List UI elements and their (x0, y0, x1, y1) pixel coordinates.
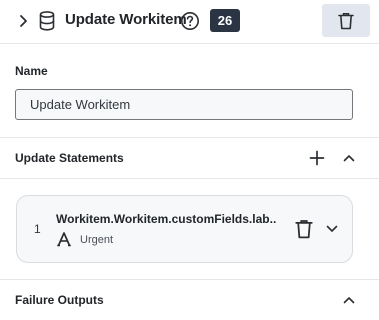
statement-index: 1 (34, 222, 41, 236)
database-icon (38, 10, 56, 32)
statement-path: Workitem.Workitem.customFields.lab... (56, 212, 276, 226)
trash-icon (338, 12, 354, 30)
update-statements-header: Update Statements (0, 138, 379, 179)
chevron-right-icon[interactable] (14, 12, 32, 30)
node-config-panel: Update Workitem 26 Name Update Statem (0, 0, 379, 320)
step-count-badge: 26 (210, 9, 240, 32)
chevron-down-icon[interactable] (325, 222, 339, 236)
name-input[interactable] (15, 89, 353, 120)
failure-outputs-title: Failure Outputs (15, 293, 104, 307)
panel-header: Update Workitem 26 (0, 0, 379, 44)
node-title: Update Workitem (65, 11, 187, 28)
update-statements-list: 1 Workitem.Workitem.customFields.lab... … (0, 180, 379, 280)
update-statements-title: Update Statements (15, 151, 124, 165)
trash-icon[interactable] (295, 219, 313, 239)
name-section: Name (0, 44, 379, 138)
name-label: Name (15, 64, 48, 78)
text-type-icon (56, 231, 72, 247)
plus-icon[interactable] (309, 150, 325, 166)
failure-outputs-header: Failure Outputs (0, 281, 379, 320)
help-circle-icon[interactable] (180, 11, 200, 31)
chevron-up-icon[interactable] (342, 293, 356, 307)
chevron-up-icon[interactable] (342, 151, 356, 165)
update-statement-item[interactable]: 1 Workitem.Workitem.customFields.lab... … (16, 195, 353, 263)
delete-node-button[interactable] (322, 4, 370, 37)
statement-value: Urgent (80, 234, 114, 246)
